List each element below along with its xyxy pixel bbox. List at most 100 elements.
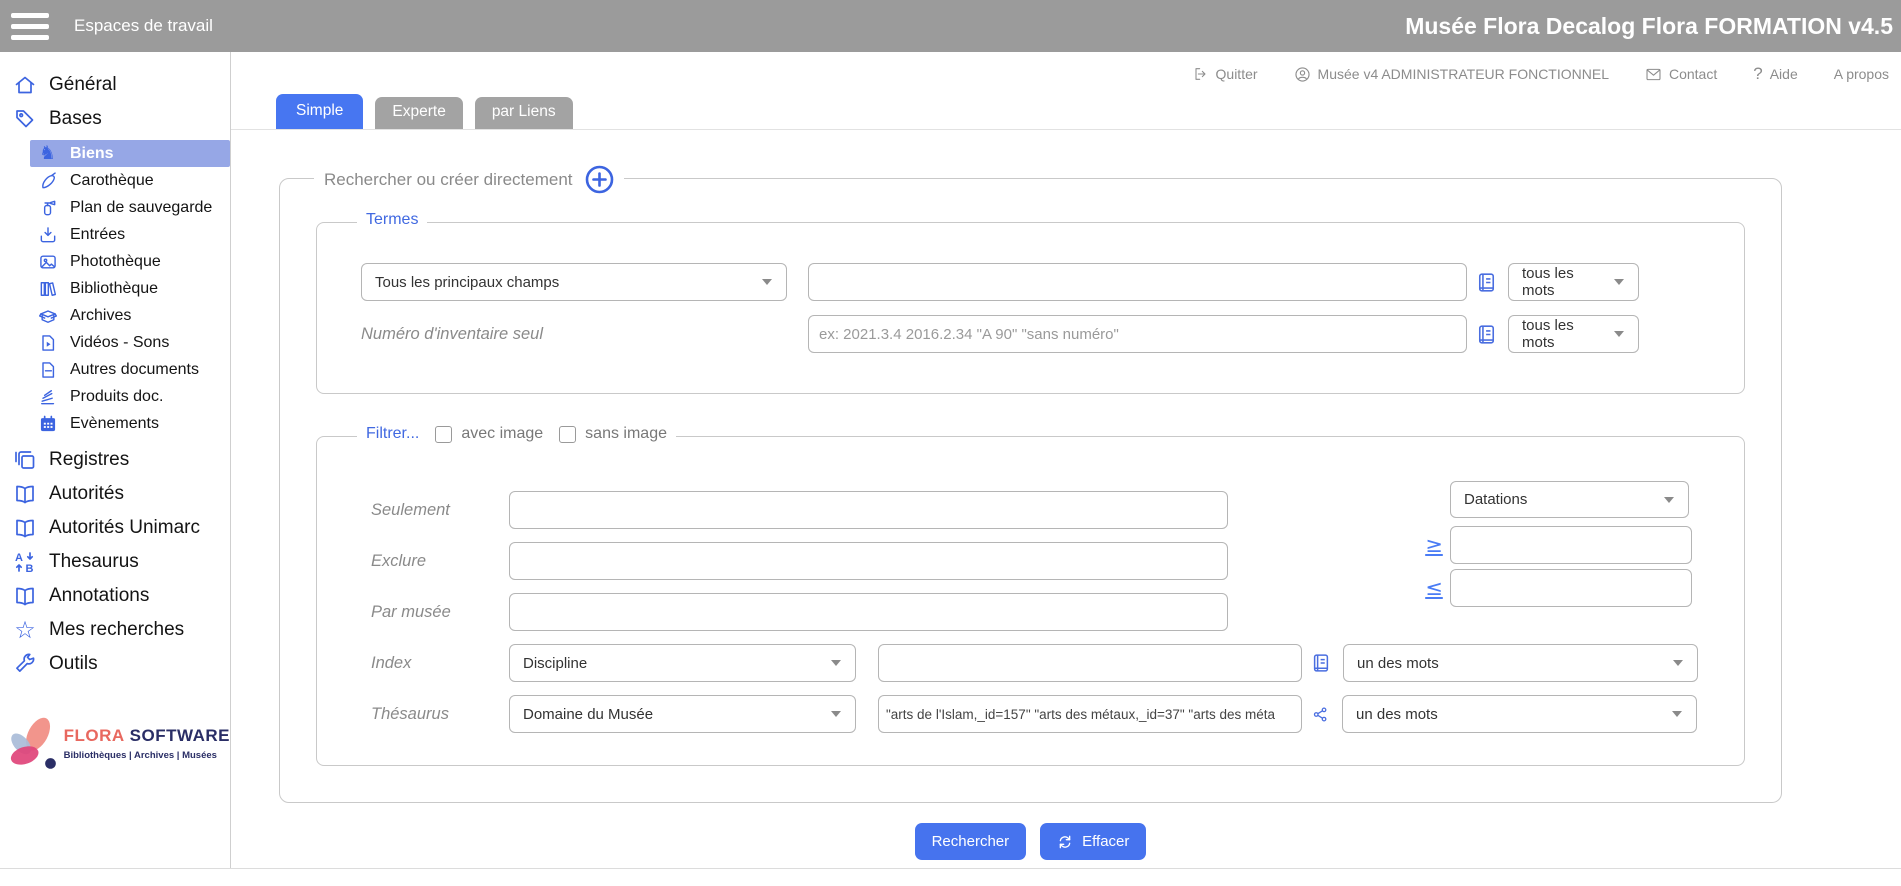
sidebar-item-label: Général [49,74,117,96]
sidebar-item-mes-recherches[interactable]: ☆ Mes recherches [0,613,230,647]
svg-text:A: A [15,552,23,564]
sidebar-item-label: Autres documents [70,361,199,379]
apropos-link[interactable]: A propos [1834,66,1889,82]
seulement-input[interactable] [509,491,1228,529]
par-musee-input[interactable] [509,593,1228,631]
avec-image-label: avec image [461,425,543,443]
refresh-icon [1057,834,1073,850]
sidebar-item-autorites-unimarc[interactable]: Autorités Unimarc [0,511,230,545]
datation-max-input[interactable] [1450,569,1692,607]
sidebar-item-carotheque[interactable]: Carothèque [30,167,230,194]
par-musee-label: Par musée [371,603,509,622]
sidebar-item-label: Carothèque [70,172,154,190]
index-match-select[interactable]: un des mots [1343,644,1698,682]
document-icon [37,359,58,380]
sidebar-item-label: Archives [70,307,131,325]
sidebar-item-outils[interactable]: Outils [0,647,230,681]
quitter-link[interactable]: Quitter [1193,66,1258,82]
hamburger-menu-icon[interactable] [11,13,49,40]
chevron-down-icon [831,660,841,666]
actions-row: Rechercher Effacer [279,823,1782,860]
sidebar-item-archives[interactable]: Archives [30,302,230,329]
chevron-down-icon [1673,660,1683,666]
sidebar-item-registres[interactable]: Registres [0,443,230,477]
index-input[interactable] [878,644,1302,682]
aide-link[interactable]: ? Aide [1753,64,1798,84]
rechercher-label: Rechercher [932,833,1010,850]
app-title: Musée Flora Decalog Flora FORMATION v4.5 [1405,13,1893,40]
sidebar-item-videos-sons[interactable]: Vidéos - Sons [30,329,230,356]
sidebar-item-label: Outils [49,653,98,675]
envelope-icon [1645,67,1662,82]
exclure-input[interactable] [509,542,1228,580]
sidebar-item-plan-sauvegarde[interactable]: Plan de sauvegarde [30,194,230,221]
video-file-icon [37,332,58,353]
tab-par-liens[interactable]: par Liens [475,97,573,129]
contact-link[interactable]: Contact [1645,66,1717,82]
inventory-input[interactable] [808,315,1467,353]
logo-software-text: SOFTWARE [130,726,230,745]
termes-fieldset: Termes Tous les principaux champs tous l… [316,222,1745,394]
sidebar-item-evenements[interactable]: Evènements [30,410,230,437]
create-record-button[interactable] [585,165,614,194]
avec-image-option: avec image [435,425,543,443]
wrench-icon [12,651,38,677]
search-mode-tabs: Simple Experte par Liens [231,96,1901,130]
less-equal-icon[interactable]: ≤ [1422,576,1446,600]
terms-match-select[interactable]: tous les mots [1508,263,1639,301]
thesaurus-input[interactable] [878,695,1302,733]
sidebar-item-label: Produits doc. [70,388,163,406]
terms-input[interactable] [808,263,1467,301]
sidebar-item-autres-documents[interactable]: Autres documents [30,356,230,383]
sidebar-item-phototheque[interactable]: Photothèque [30,248,230,275]
sans-image-checkbox[interactable] [559,426,576,443]
sidebar-item-autorites[interactable]: Autorités [0,477,230,511]
effacer-button[interactable]: Effacer [1040,823,1146,860]
thesaurus-match-select[interactable]: un des mots [1342,695,1697,733]
lexicon-picker-button[interactable] [1477,272,1496,293]
open-book-icon [12,515,38,541]
rechercher-button[interactable]: Rechercher [915,823,1027,860]
svg-text:B: B [26,563,34,574]
logo-flora-text: FLORA [64,726,125,745]
search-panel-legend-text: Rechercher ou créer directement [324,170,573,190]
sidebar-item-general[interactable]: Général [0,68,230,102]
lexicon-picker-button[interactable] [1312,653,1330,673]
inventory-match-select[interactable]: tous les mots [1508,315,1639,353]
user-menu[interactable]: Musée v4 ADMINISTRATEUR FONCTIONNEL [1294,66,1609,83]
filtrer-legend: Filtrer... avec image sans image [357,425,676,443]
sidebar-item-bibliotheque[interactable]: Bibliothèque [30,275,230,302]
datation-min-input[interactable] [1450,526,1692,564]
copies-icon [12,447,38,473]
user-links-bar: Quitter Musée v4 ADMINISTRATEUR FONCTION… [231,52,1901,96]
datations-select[interactable]: Datations [1450,481,1689,518]
sidebar-item-entrees[interactable]: Entrées [30,221,230,248]
star-icon: ☆ [12,617,38,643]
chevron-down-icon [831,711,841,717]
search-panel-legend: Rechercher ou créer directement [314,165,624,194]
sidebar-item-biens[interactable]: ♞ Biens [30,140,230,167]
lexicon-picker-button[interactable] [1477,324,1496,345]
field-scope-select[interactable]: Tous les principaux champs [361,263,787,301]
sidebar-item-label: Annotations [49,585,149,607]
tab-simple[interactable]: Simple [276,94,363,129]
inventory-row: Numéro d'inventaire seul tous les mots [361,315,1744,353]
avec-image-checkbox[interactable] [435,426,452,443]
chevron-down-icon [762,279,772,285]
sidebar-item-annotations[interactable]: Annotations [0,579,230,613]
flora-software-logo: FLORASOFTWARE Bibliothèques | Archives |… [6,711,230,775]
sidebar-item-label: Vidéos - Sons [70,334,169,352]
sidebar: Général Bases ♞ Biens Carothèque Plan de… [0,52,231,868]
thesaurus-tree-button[interactable] [1312,706,1329,723]
greater-equal-icon[interactable]: ≥ [1422,533,1446,557]
sidebar-item-produits-doc[interactable]: Produits doc. [30,383,230,410]
datations-value: Datations [1464,491,1527,508]
chevron-down-icon [1672,711,1682,717]
sidebar-item-bases[interactable]: Bases [0,102,230,136]
index-field-select[interactable]: Discipline [509,644,856,682]
sidebar-item-thesaurus[interactable]: AB Thesaurus [0,545,230,579]
tab-experte[interactable]: Experte [375,97,462,129]
sidebar-item-label: Bases [49,108,102,130]
index-field-value: Discipline [523,655,587,672]
thesaurus-field-select[interactable]: Domaine du Musée [509,695,856,733]
